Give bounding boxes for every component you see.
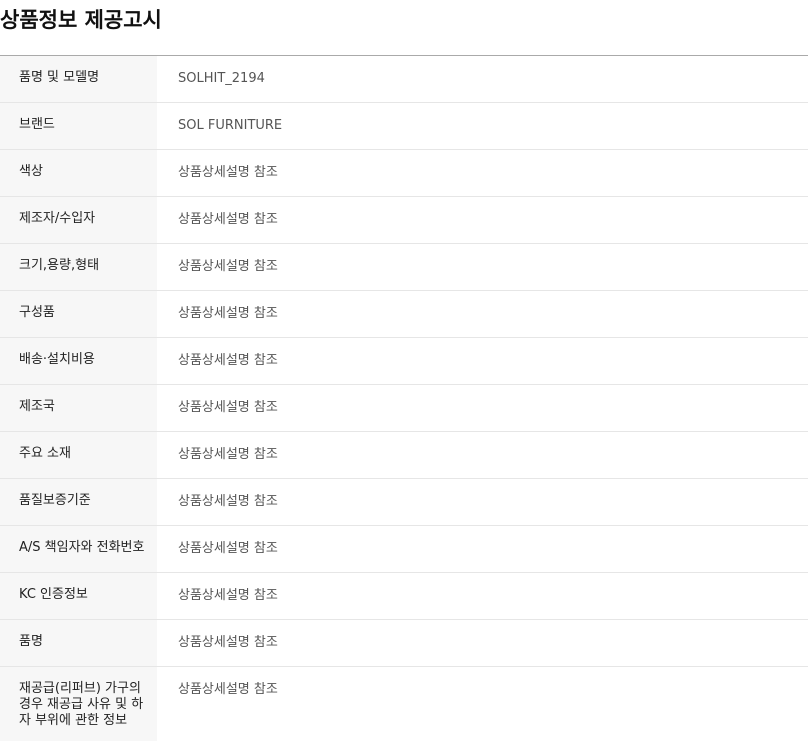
table-row: 주요 소재 상품상세설명 참조 bbox=[0, 432, 808, 479]
row-value: 상품상세설명 참조 bbox=[178, 306, 278, 321]
row-value: SOLHIT_2194 bbox=[178, 71, 265, 86]
row-label: 품명 및 모델명 bbox=[0, 56, 157, 102]
table-row: 크기,용량,형태 상품상세설명 참조 bbox=[0, 244, 808, 291]
row-value: 상품상세설명 참조 bbox=[178, 259, 278, 274]
row-label: 색상 bbox=[0, 150, 157, 196]
row-label: 브랜드 bbox=[0, 103, 157, 149]
row-label: 제조자/수입자 bbox=[0, 197, 157, 243]
row-label: KC 인증정보 bbox=[0, 573, 157, 619]
table-row: 배송·설치비용 상품상세설명 참조 bbox=[0, 338, 808, 385]
table-row: 구성품 상품상세설명 참조 bbox=[0, 291, 808, 338]
row-value: 상품상세설명 참조 bbox=[178, 212, 278, 227]
row-label: 배송·설치비용 bbox=[0, 338, 157, 384]
row-label: 구성품 bbox=[0, 291, 157, 337]
row-value: 상품상세설명 참조 bbox=[178, 400, 278, 415]
table-row: A/S 책임자와 전화번호 상품상세설명 참조 bbox=[0, 526, 808, 573]
product-info-table: 품명 및 모델명 SOLHIT_2194 브랜드 SOL FURNITURE 색… bbox=[0, 56, 808, 741]
row-value: 상품상세설명 참조 bbox=[178, 353, 278, 368]
row-label: 품명 bbox=[0, 620, 157, 666]
page-title: 상품정보 제공고시 bbox=[0, 0, 808, 56]
table-row: 품명 상품상세설명 참조 bbox=[0, 620, 808, 667]
row-label: 품질보증기준 bbox=[0, 479, 157, 525]
table-row: KC 인증정보 상품상세설명 참조 bbox=[0, 573, 808, 620]
table-row: 품질보증기준 상품상세설명 참조 bbox=[0, 479, 808, 526]
row-value: 상품상세설명 참조 bbox=[178, 588, 278, 603]
row-value: SOL FURNITURE bbox=[178, 118, 283, 133]
row-value: 상품상세설명 참조 bbox=[178, 541, 278, 556]
row-label: 크기,용량,형태 bbox=[0, 244, 157, 290]
row-label: A/S 책임자와 전화번호 bbox=[0, 526, 157, 572]
table-row: 제조국 상품상세설명 참조 bbox=[0, 385, 808, 432]
table-row: 브랜드 SOL FURNITURE bbox=[0, 103, 808, 150]
table-row: 재공급(리퍼브) 가구의 경우 재공급 사유 및 하자 부위에 관한 정보 상품… bbox=[0, 667, 808, 741]
table-row: 품명 및 모델명 SOLHIT_2194 bbox=[0, 56, 808, 103]
row-value: 상품상세설명 참조 bbox=[178, 447, 278, 462]
table-row: 색상 상품상세설명 참조 bbox=[0, 150, 808, 197]
row-label: 제조국 bbox=[0, 385, 157, 431]
row-value: 상품상세설명 참조 bbox=[178, 494, 278, 509]
row-value: 상품상세설명 참조 bbox=[178, 165, 278, 180]
table-row: 제조자/수입자 상품상세설명 참조 bbox=[0, 197, 808, 244]
row-label: 재공급(리퍼브) 가구의 경우 재공급 사유 및 하자 부위에 관한 정보 bbox=[0, 667, 157, 741]
row-label: 주요 소재 bbox=[0, 432, 157, 478]
row-value: 상품상세설명 참조 bbox=[178, 635, 278, 650]
row-value: 상품상세설명 참조 bbox=[178, 682, 278, 697]
